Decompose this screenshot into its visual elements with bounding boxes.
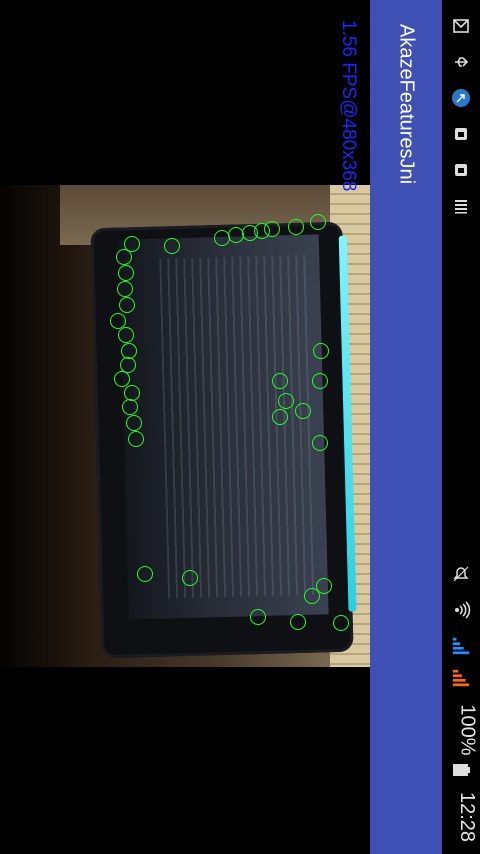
keypoint-marker — [278, 393, 294, 409]
app-title: AkazeFeaturesJni — [370, 0, 442, 854]
keypoint-marker — [116, 249, 132, 265]
keypoint-marker — [272, 373, 288, 389]
fps-label: 1.56 FPS@480x368 — [338, 20, 359, 192]
keypoint-marker — [182, 570, 198, 586]
keypoint-marker — [114, 371, 130, 387]
battery-percent: 100% — [456, 704, 479, 756]
keypoint-marker — [290, 614, 306, 630]
keypoint-marker — [312, 435, 328, 451]
storage-icon — [451, 196, 471, 216]
keypoint-marker — [272, 409, 288, 425]
shop-icon — [451, 160, 471, 180]
keypoint-marker — [288, 219, 304, 235]
keypoint-marker — [122, 399, 138, 415]
keypoint-marker — [312, 373, 328, 389]
usb-icon — [451, 52, 471, 72]
keypoint-marker — [128, 431, 144, 447]
keypoint-marker — [119, 297, 135, 313]
keypoint-marker — [295, 403, 311, 419]
fps-overlay: 1.56 FPS@480x368 — [336, 20, 360, 200]
keypoint-marker — [126, 415, 142, 431]
keypoint-marker — [250, 609, 266, 625]
keypoint-marker — [333, 615, 349, 631]
action-bar: AkazeFeaturesJni — [370, 0, 442, 854]
alarm-off-icon — [451, 564, 471, 584]
clock: 12:28 — [456, 791, 479, 843]
status-bar: 100% 12:28 — [442, 0, 480, 854]
keypoint-marker — [310, 214, 326, 230]
keypoint-marker — [313, 343, 329, 359]
app-title-label: AkazeFeaturesJni — [395, 24, 418, 185]
keypoint-marker — [117, 281, 133, 297]
laptop-screen — [118, 234, 357, 620]
camera-preview — [0, 185, 370, 667]
background-wall — [0, 185, 95, 667]
gmail-icon — [451, 16, 471, 36]
keypoint-marker — [118, 265, 134, 281]
keypoint-marker — [164, 238, 180, 254]
keypoint-marker — [304, 588, 320, 604]
browser-icon — [451, 88, 471, 108]
keypoint-marker — [118, 327, 134, 343]
signal-orange-icon — [451, 668, 471, 688]
battery-icon — [451, 760, 471, 780]
keypoint-marker — [137, 566, 153, 582]
wifi-icon — [451, 600, 471, 620]
signal-blue-icon — [451, 636, 471, 656]
shop-icon — [451, 124, 471, 144]
keypoint-marker — [264, 221, 280, 237]
